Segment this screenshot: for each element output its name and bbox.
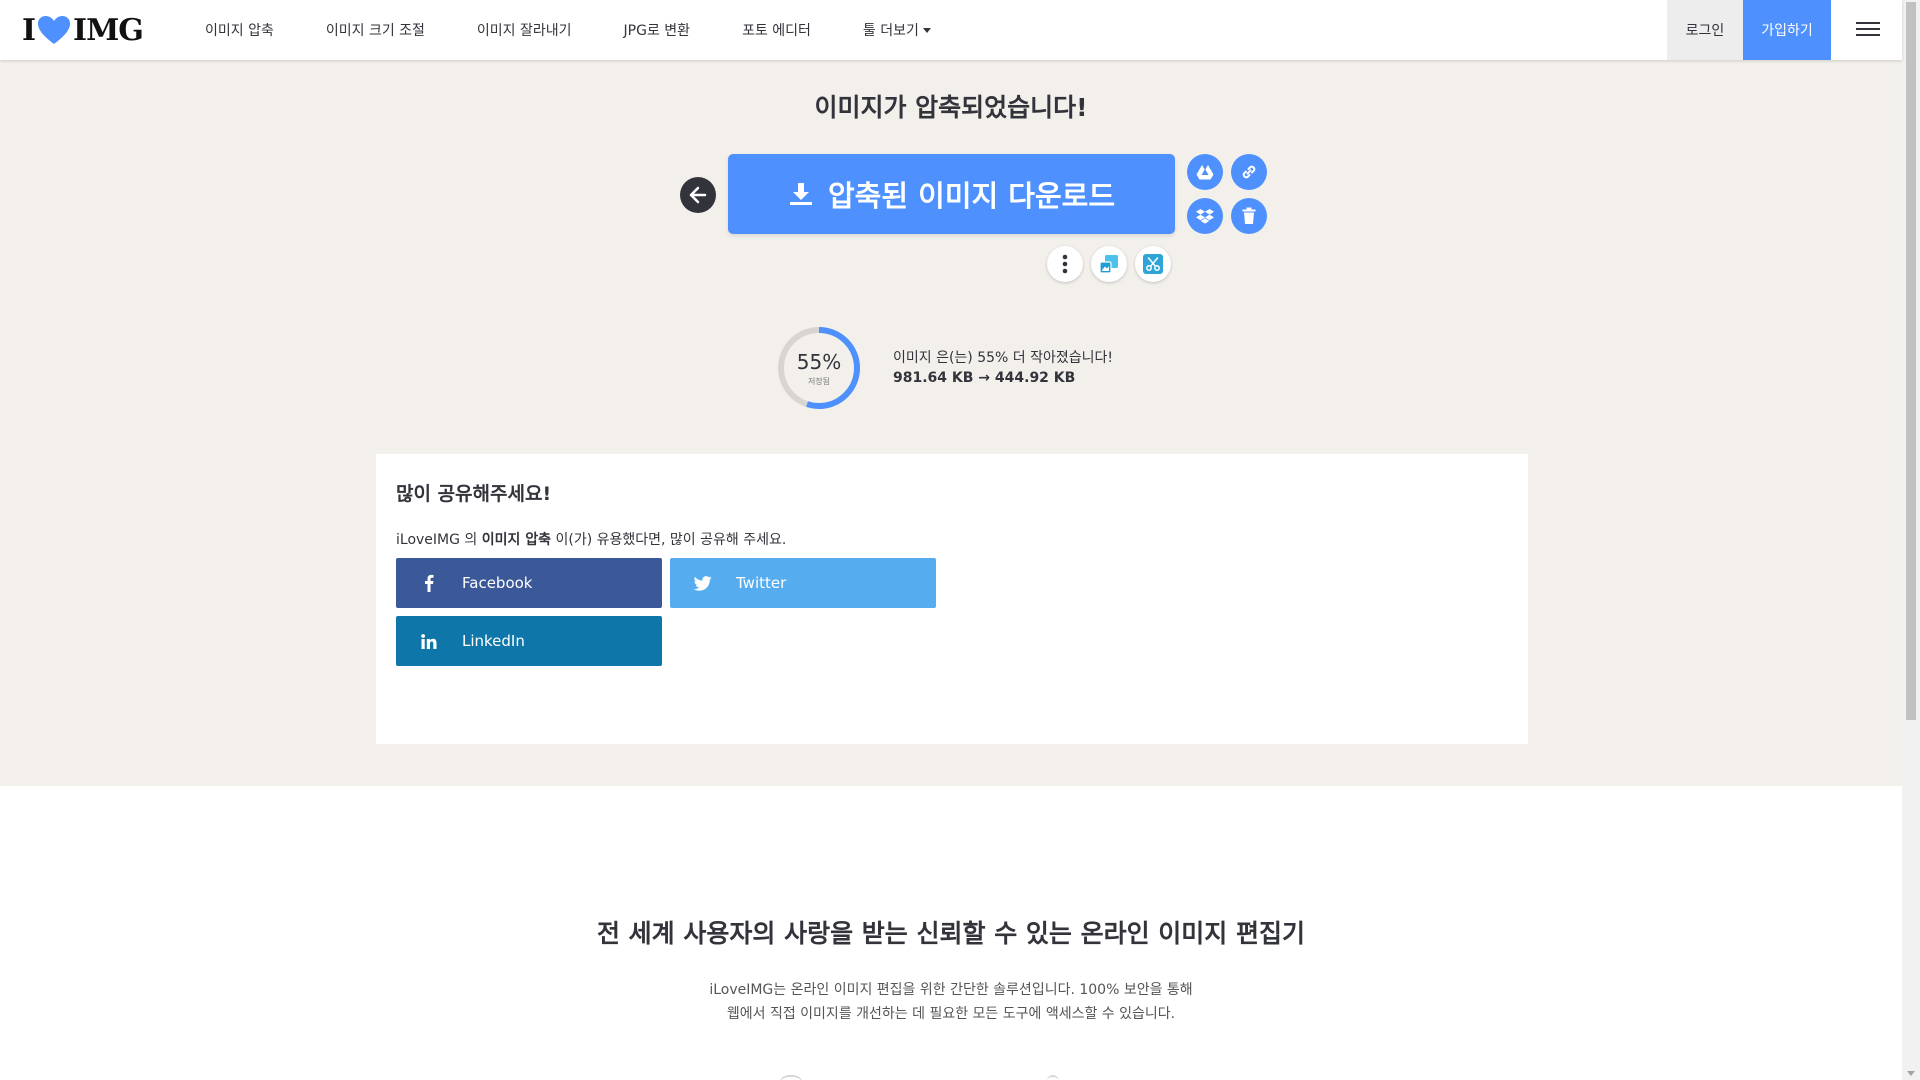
signup-label: 가입하기 (1761, 23, 1813, 39)
twitter-label: Twitter (736, 574, 787, 592)
ilovimg-logo[interactable]: I IMG (22, 10, 144, 50)
top-navbar: I IMG 이미지 압축 이미지 크기 조절 이미지 잘라내기 JPG로 변환 … (0, 0, 1902, 60)
google-drive-icon (1196, 165, 1214, 180)
compressed-title: 이미지가 압축되었습니다! (814, 93, 1088, 122)
file-size-change: 981.64 KB → 444.92 KB (893, 370, 1076, 386)
nav-compress-image[interactable]: 이미지 압축 (205, 20, 274, 40)
section-title: 전 세계 사용자의 사랑을 받는 신뢰할 수 있는 온라인 이미지 편집기 (596, 919, 1306, 948)
share-description: iLoveIMG 의 이미지 압축 이(가) 유용했다면, 많이 공유해 주세요… (396, 529, 786, 549)
ring-label: 55% 저장됨 (776, 350, 862, 387)
nav-label: 이미지 크기 조절 (325, 23, 425, 39)
login-label: 로그인 (1685, 23, 1725, 39)
section-description: iLoveIMG는 온라인 이미지 편집을 위한 간단한 솔루션입니다. 100… (0, 978, 1902, 1026)
copy-link-button[interactable] (1231, 154, 1267, 190)
main-nav: 이미지 압축 이미지 크기 조절 이미지 잘라내기 JPG로 변환 포토 에디터… (205, 0, 983, 60)
nav-label: 이미지 압축 (205, 23, 274, 39)
scrollbar-thumb[interactable] (1906, 2, 1916, 720)
nav-more-tools[interactable]: 툴 더보기 (863, 20, 931, 40)
save-to-dropbox-button[interactable] (1187, 198, 1223, 234)
download-label: 압축된 이미지 다운로드 (828, 179, 1115, 213)
signup-button[interactable]: 가입하기 (1743, 0, 1831, 60)
logo-text-i: I (22, 12, 36, 48)
crop-icon (1143, 254, 1163, 274)
nav-resize-image[interactable]: 이미지 크기 조절 (326, 20, 425, 40)
share-facebook-button[interactable]: Facebook (396, 558, 662, 608)
more-vertical-icon (1062, 254, 1068, 274)
more-options-button[interactable] (1047, 246, 1083, 282)
nav-photo-editor[interactable]: 포토 에디터 (742, 20, 811, 40)
nav-label: 포토 에디터 (742, 23, 811, 39)
hamburger-menu-icon[interactable] (1856, 18, 1880, 42)
share-linkedin-button[interactable]: LinkedIn (396, 616, 662, 666)
feature-icon-partial (779, 1075, 803, 1080)
feature-icon-partial (1047, 1075, 1059, 1080)
link-icon (1242, 165, 1256, 179)
nav-label: JPG로 변환 (623, 23, 691, 39)
share-desc-tool: 이미지 압축 (481, 532, 552, 548)
caret-down-icon (922, 27, 931, 33)
share-card: 많이 공유해주세요! iLoveIMG 의 이미지 압축 이(가) 유용했다면,… (376, 454, 1528, 744)
crop-image-button[interactable] (1135, 246, 1171, 282)
delete-file-button[interactable] (1231, 198, 1267, 234)
twitter-icon (670, 575, 736, 591)
facebook-icon (396, 574, 462, 592)
facebook-label: Facebook (462, 574, 533, 592)
savings-percent: 55% (796, 350, 842, 374)
savings-sub-label: 저장됨 (807, 377, 831, 386)
section-desc-line-1: iLoveIMG는 온라인 이미지 편집을 위한 간단한 솔루션입니다. 100… (709, 982, 1193, 998)
back-button[interactable] (680, 177, 716, 213)
nav-label: 이미지 잘라내기 (476, 23, 572, 39)
download-icon (790, 183, 812, 205)
save-to-google-drive-button[interactable] (1187, 154, 1223, 190)
resize-image-button[interactable] (1091, 246, 1127, 282)
share-desc-prefix: iLoveIMG 의 (396, 532, 482, 548)
share-title: 많이 공유해주세요! (396, 483, 552, 505)
trash-icon (1242, 207, 1256, 224)
scroll-down-arrow-icon[interactable] (1907, 1071, 1915, 1076)
logo-text-img: IMG (73, 12, 144, 48)
trusted-editor-section: 전 세계 사용자의 사랑을 받는 신뢰할 수 있는 온라인 이미지 편집기 iL… (0, 786, 1902, 1080)
linkedin-label: LinkedIn (462, 632, 525, 650)
download-compressed-button[interactable]: 압축된 이미지 다운로드 (728, 154, 1175, 234)
linkedin-icon (396, 633, 462, 649)
heart-logo-icon (38, 16, 71, 44)
section-desc-line-2: 웹에서 직접 이미지를 개선하는 데 필요한 모든 도구에 액세스할 수 있습니… (726, 1006, 1176, 1022)
nav-crop-image[interactable]: 이미지 잘라내기 (477, 20, 572, 40)
resize-image-icon (1099, 255, 1118, 274)
login-button[interactable]: 로그인 (1667, 0, 1743, 60)
savings-message: 이미지 은(는) 55% 더 작아졌습니다! (893, 350, 1114, 366)
nav-label: 툴 더보기 (862, 23, 919, 39)
arrow-left-icon (689, 186, 707, 204)
share-desc-suffix: 이(가) 유용했다면, 많이 공유해 주세요. (551, 532, 787, 548)
share-twitter-button[interactable]: Twitter (670, 558, 936, 608)
page-scrollbar[interactable] (1902, 0, 1920, 1080)
nav-convert-to-jpg[interactable]: JPG로 변환 (624, 20, 691, 40)
dropbox-icon (1196, 209, 1214, 224)
